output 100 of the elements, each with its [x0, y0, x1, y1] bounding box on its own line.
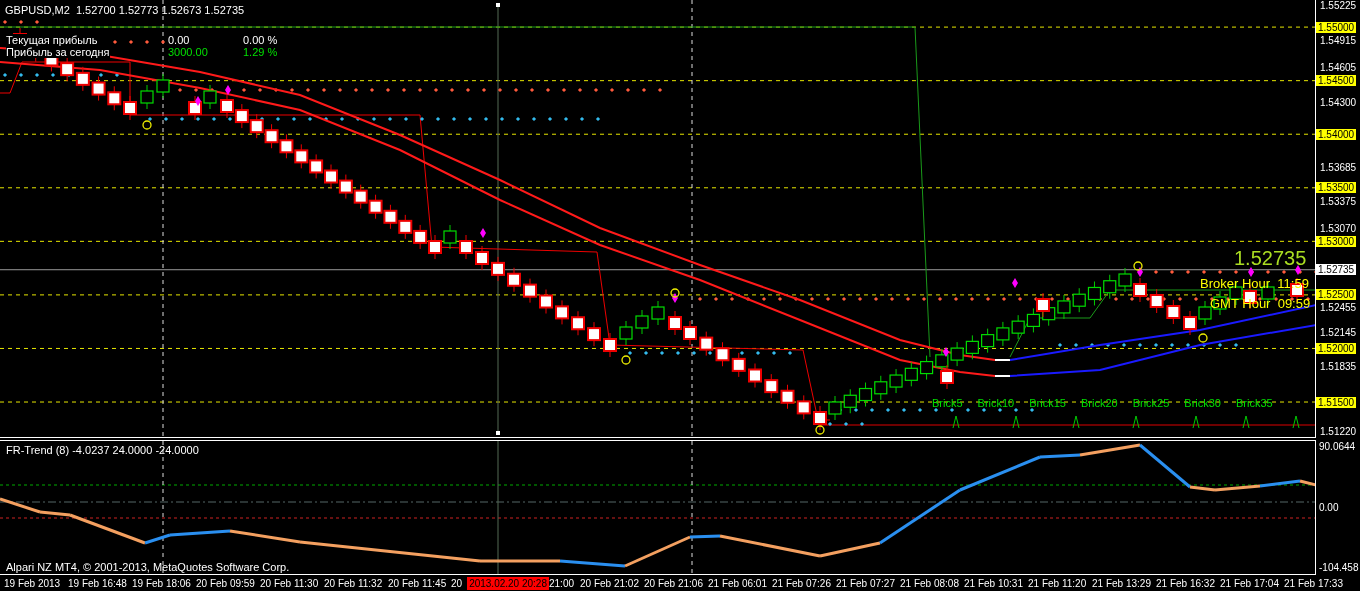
rising-brick [1072, 287, 1086, 313]
dotted-level-line [112, 39, 166, 45]
level-price-label: 1.53500 [1316, 182, 1357, 194]
current-price-label: 1.52735 [1316, 264, 1357, 276]
rising-brick [1087, 280, 1102, 306]
falling-brick [234, 103, 249, 129]
falling-brick [539, 289, 553, 314]
level-price-label: 1.52000 [1316, 342, 1357, 354]
diamond-marker [225, 85, 231, 95]
level-price-label: 1.54500 [1316, 75, 1357, 87]
rising-brick [1198, 300, 1212, 326]
falling-brick [668, 310, 682, 336]
level-price-label: 1.54000 [1316, 128, 1357, 140]
rising-brick [858, 382, 873, 408]
time-label: 21 Feb 07:27 [835, 576, 896, 590]
falling-brick [523, 278, 537, 304]
level-price-label: 1.55000 [1316, 21, 1357, 33]
rising-brick [981, 328, 995, 354]
spike-marker [1292, 415, 1300, 429]
falling-brick [683, 320, 697, 346]
falling-brick [748, 363, 762, 388]
falling-brick [587, 321, 601, 347]
circle-marker [142, 120, 152, 130]
rising-brick [1026, 307, 1040, 333]
falling-brick [188, 95, 202, 121]
falling-brick [813, 405, 827, 431]
falling-brick [1133, 277, 1147, 303]
indicator-axis-label: 90.0644 [1319, 441, 1357, 452]
falling-brick [353, 184, 368, 210]
falling-brick [107, 85, 122, 111]
price-label: 1.53070 [1319, 222, 1358, 234]
diamond-marker [1012, 278, 1018, 288]
rising-brick [996, 321, 1010, 347]
profit-amount: 3000.00 [168, 46, 208, 58]
price-label: 1.52145 [1319, 327, 1358, 339]
time-label: 20 Feb 11:45 [387, 576, 448, 590]
falling-brick [1036, 292, 1050, 318]
time-label: 19 Feb 2013 [3, 576, 62, 590]
brick-label: Brick15 [1029, 397, 1066, 409]
falling-brick [731, 352, 746, 378]
falling-brick [75, 66, 90, 92]
diamond-marker [1137, 267, 1143, 277]
rising-brick [920, 355, 934, 381]
time-label: 20 Feb 21:02 [579, 576, 640, 590]
price-label: 1.53685 [1319, 162, 1358, 174]
time-label: 20 Feb 09:59 [195, 576, 256, 590]
brick-label: Brick5 [932, 397, 963, 409]
falling-brick [123, 95, 137, 121]
time-label: 21 Feb 16:32 [1155, 576, 1216, 590]
falling-brick [264, 123, 279, 149]
rising-brick [950, 341, 964, 367]
price-label: 1.51220 [1319, 426, 1358, 437]
spike-marker [1242, 415, 1250, 429]
time-label: 20 Feb 11:30 [259, 576, 320, 590]
level-price-label: 1.51500 [1316, 396, 1357, 408]
spike-marker [1012, 415, 1020, 429]
falling-brick [555, 299, 569, 325]
time-label: 19 Feb 18:06 [131, 576, 192, 590]
cursor-time-label: 2013.02.20 20:28 [467, 576, 549, 590]
rising-brick [619, 320, 633, 346]
indicator-title: FR-Trend (8) -4.0237 24.0000 -24.0000 [6, 444, 199, 456]
falling-brick [91, 76, 106, 102]
current-price: 1.52735 [1234, 248, 1307, 268]
rising-brick [828, 395, 842, 421]
price-label: 1.55225 [1319, 0, 1358, 11]
spike-marker [1072, 415, 1080, 429]
price-label: 1.54605 [1319, 62, 1358, 74]
falling-brick [507, 267, 521, 293]
falling-brick [309, 153, 324, 179]
circle-marker [1133, 261, 1143, 271]
brick-label: Brick30 [1184, 397, 1221, 409]
time-label: 21 Feb 07:26 [771, 576, 832, 590]
falling-brick [428, 234, 442, 260]
rising-brick [889, 368, 903, 394]
time-label: 21:00 [549, 576, 575, 590]
falling-brick [383, 204, 398, 230]
rising-brick [140, 84, 154, 110]
time-label: 21 Feb 08:08 [899, 576, 960, 590]
falling-brick [699, 331, 714, 357]
time-label: 21 Feb 11:20 [1027, 576, 1088, 590]
price-label: 1.51835 [1319, 360, 1358, 372]
brick-label: Brick35 [1236, 397, 1273, 409]
falling-brick [398, 214, 413, 240]
rising-brick [443, 224, 457, 250]
price-label: 1.52455 [1319, 302, 1358, 314]
rising-brick [843, 388, 857, 414]
time-label: 20 Feb 11:32 [323, 576, 384, 590]
profit-label: Прибыль за сегодня [6, 46, 110, 58]
time-label: 19 Feb 16:48 [67, 576, 128, 590]
falling-brick [60, 56, 75, 82]
indicator-axis-label: 0.00 [1319, 501, 1340, 513]
dotted-level-line [2, 19, 40, 25]
diamond-marker [1248, 267, 1254, 277]
rising-brick [651, 300, 665, 326]
copyright-text: Alpari NZ MT4, © 2001-2013, MetaQuotes Software Corp. [6, 561, 290, 573]
falling-brick [220, 93, 234, 119]
falling-brick [249, 113, 264, 139]
time-label: 20 Feb 21:06 [643, 576, 704, 590]
diamond-marker [480, 228, 486, 238]
price-label: 1.54915 [1319, 34, 1358, 46]
